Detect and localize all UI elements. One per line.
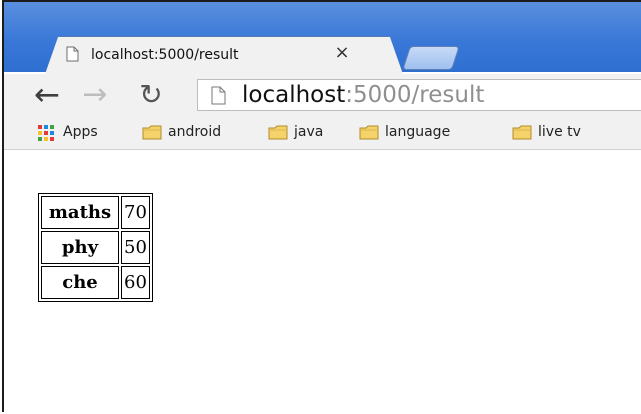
browser-toolbar: ← → ↻ localhost:5000/result <box>4 74 641 116</box>
forward-arrow-icon[interactable]: → <box>80 74 110 116</box>
bookmark-label: live tv <box>538 124 581 140</box>
reload-icon[interactable]: ↻ <box>134 74 168 116</box>
score-cell: 60 <box>121 266 150 299</box>
tab-title: localhost:5000/result <box>91 47 239 63</box>
table-row: maths 70 <box>41 196 150 229</box>
bookmark-android[interactable]: android <box>142 124 254 142</box>
bookmark-label: android <box>168 124 222 140</box>
page-icon <box>66 46 79 62</box>
folder-icon <box>142 125 162 140</box>
result-table: maths 70 phy 50 che 60 <box>38 193 153 302</box>
folder-icon <box>359 125 379 140</box>
apps-grid-icon <box>38 125 54 141</box>
bookmark-label: Apps <box>63 124 98 140</box>
subject-cell: maths <box>41 196 119 229</box>
address-bar[interactable]: localhost:5000/result <box>197 79 641 111</box>
bookmark-apps[interactable]: Apps <box>38 124 124 142</box>
page-content: maths 70 phy 50 che 60 <box>4 150 641 414</box>
bookmark-live-tv[interactable]: live tv <box>512 124 598 142</box>
bookmark-label: java <box>294 124 324 140</box>
address-url[interactable]: localhost:5000/result <box>242 82 484 108</box>
score-cell: 70 <box>121 196 150 229</box>
close-icon[interactable]: × <box>333 44 351 62</box>
folder-icon <box>512 125 532 140</box>
bookmarks-bar: Apps android java language live tv <box>4 116 641 150</box>
url-path: :5000/result <box>345 82 485 108</box>
table-row: che 60 <box>41 266 150 299</box>
score-cell: 50 <box>121 231 150 264</box>
bookmark-label: language <box>385 124 451 140</box>
new-tab-button[interactable] <box>402 46 460 70</box>
bookmark-language[interactable]: language <box>359 124 491 142</box>
url-host: localhost <box>242 82 346 108</box>
table-row: phy 50 <box>41 231 150 264</box>
browser-window: localhost:5000/result × ← → ↻ localhost:… <box>2 0 641 414</box>
active-tab-content[interactable]: localhost:5000/result × <box>58 43 378 75</box>
bookmark-java[interactable]: java <box>268 124 346 142</box>
page-icon <box>211 86 226 105</box>
back-arrow-icon[interactable]: ← <box>32 74 62 116</box>
folder-icon <box>268 125 288 140</box>
subject-cell: phy <box>41 231 119 264</box>
subject-cell: che <box>41 266 119 299</box>
